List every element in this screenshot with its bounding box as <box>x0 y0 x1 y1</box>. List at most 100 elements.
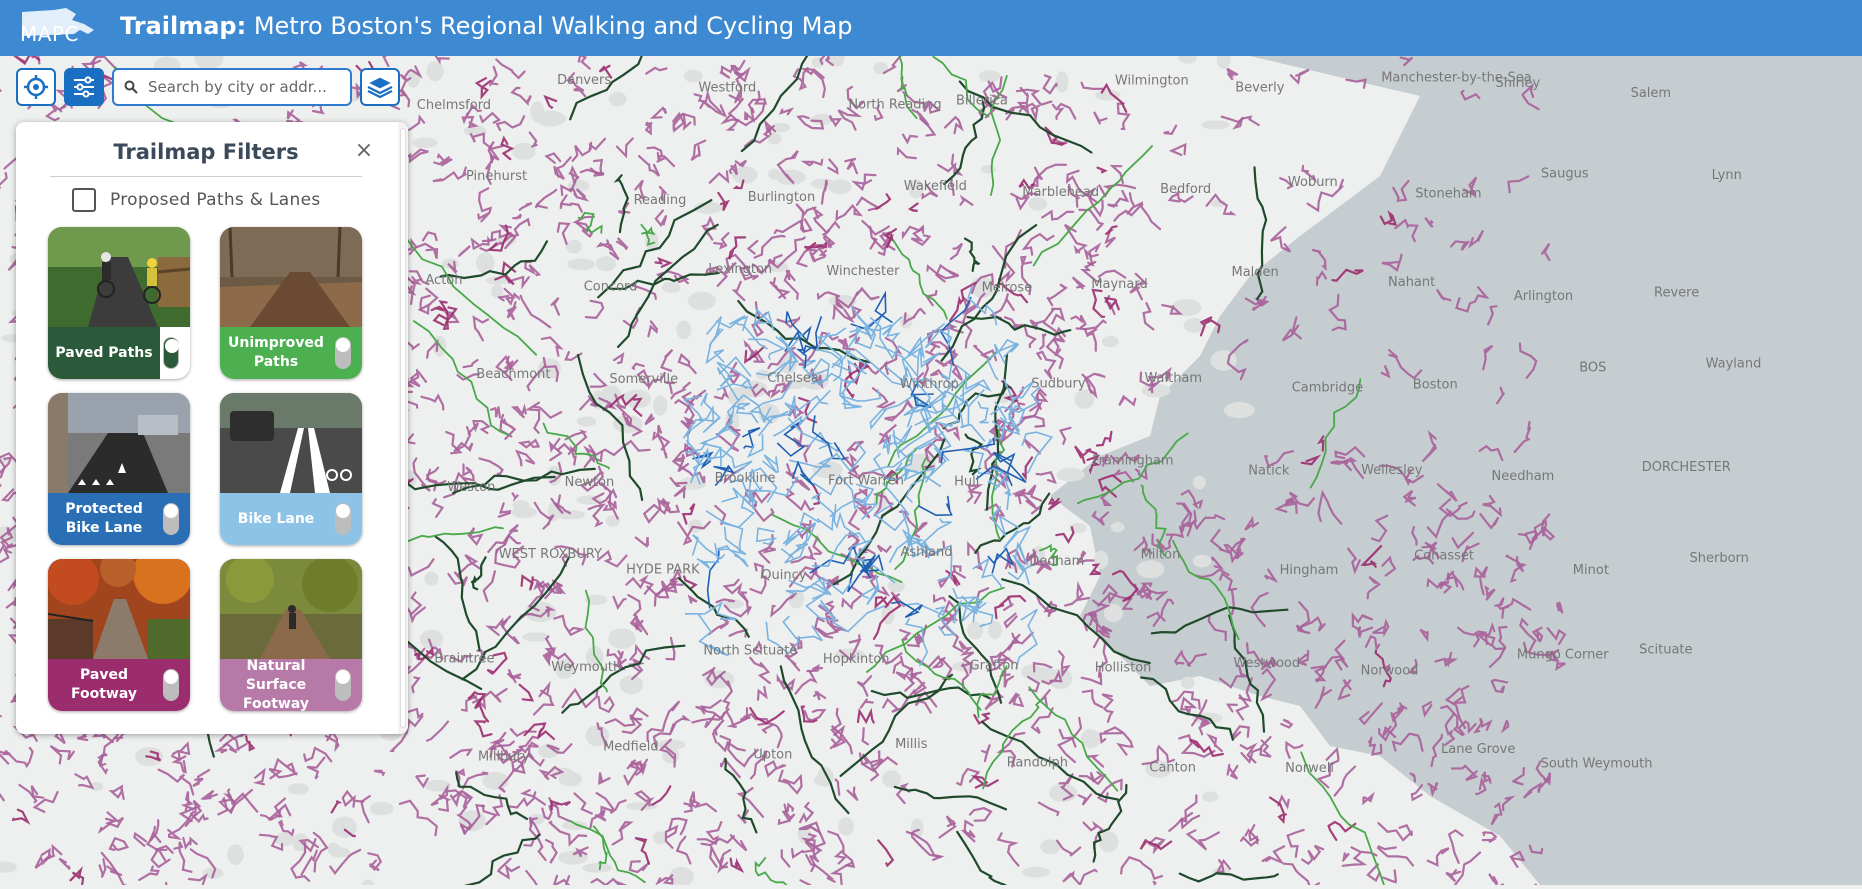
layers-button[interactable] <box>360 68 400 106</box>
map-place-label: Burlington <box>748 190 816 205</box>
map-place-label: Cohasset <box>1414 549 1474 564</box>
map-place-label: Wellesley <box>1361 463 1423 478</box>
map-place-label: Acton <box>425 273 462 288</box>
map-place-label: Norwood <box>1361 663 1419 678</box>
map-place-label: Shirley <box>1496 76 1541 91</box>
map-town-patch <box>565 240 582 254</box>
map-place-label: Hull <box>954 474 979 489</box>
filter-card-natural-surface-footway[interactable]: Natural Surface Footway <box>220 559 362 711</box>
map-town-patch <box>653 395 667 416</box>
filters-title: Trailmap Filters <box>16 140 396 164</box>
search-icon <box>124 80 138 94</box>
natural-surface-footway-photo <box>220 559 362 659</box>
map-town-patch <box>1181 677 1195 689</box>
map-place-label: Braintree <box>434 651 494 666</box>
layers-icon <box>366 74 394 100</box>
filter-card-protected-bike-lane[interactable]: Protected Bike Lane <box>48 393 190 545</box>
map-place-label: Wakefield <box>904 179 967 194</box>
filter-card-bike-lane[interactable]: Bike Lane <box>220 393 362 545</box>
map-town-patch <box>838 817 854 836</box>
paved-footway-photo <box>48 559 190 659</box>
proposed-paths-checkbox[interactable] <box>72 188 96 212</box>
bike-lane-toggle[interactable] <box>335 503 351 535</box>
map-place-label: Randolph <box>1007 756 1068 771</box>
proposed-paths-option[interactable]: Proposed Paths & Lanes <box>72 188 321 212</box>
header-bar: MAPC Trailmap: Metro Boston's Regional W… <box>0 0 1862 56</box>
filter-card-unimproved-paths[interactable]: Unimproved Paths <box>220 227 362 379</box>
search-input[interactable] <box>146 77 340 97</box>
map-town-patch <box>292 833 309 851</box>
map-place-label: Cambridge <box>1292 380 1363 395</box>
map-place-label: Maynard <box>1091 277 1147 292</box>
map-place-label: Lane Grove <box>1441 742 1515 757</box>
map-town-patch <box>1056 71 1069 92</box>
logo-text: MAPC <box>20 22 79 46</box>
map-place-label: Lexington <box>708 262 772 277</box>
map-place-label: Scituate <box>1639 643 1692 658</box>
map-town-patch <box>1193 476 1206 489</box>
map-place-label: Saugus <box>1541 167 1589 182</box>
map-town-patch <box>608 628 636 649</box>
unimproved-paths-label: Unimproved Paths <box>220 327 332 379</box>
map-place-label: BOS <box>1579 361 1606 376</box>
map-place-label: Lynn <box>1712 168 1742 183</box>
map-place-label: Somerville <box>609 372 678 387</box>
map-place-label: Winchester <box>826 264 900 279</box>
map-town-patch <box>427 61 444 81</box>
map-place-label: Sherborn <box>1690 551 1749 566</box>
map-town-patch <box>288 783 309 794</box>
map-town-patch <box>1224 402 1255 418</box>
map-place-label: Westford <box>698 81 756 96</box>
map-place-label: Medfield <box>603 739 659 754</box>
map-place-label: Waltham <box>1145 371 1203 386</box>
map-town-patch <box>776 170 806 185</box>
panel-scrollbar[interactable] <box>398 122 408 734</box>
map-place-label: Reading <box>634 193 687 208</box>
map-town-patch <box>577 416 597 426</box>
locate-button[interactable] <box>16 68 56 106</box>
map-town-patch <box>513 500 530 510</box>
paved-paths-photo <box>48 227 190 327</box>
map-town-patch <box>619 675 643 694</box>
bike-lane-photo <box>220 393 362 493</box>
mapc-logo[interactable]: MAPC <box>14 4 104 52</box>
map-place-label: Fort Warren <box>828 474 904 489</box>
unimproved-paths-toggle[interactable] <box>335 337 351 369</box>
map-town-patch <box>888 579 905 592</box>
crosshair-icon <box>23 74 49 100</box>
page-title-rest: Metro Boston's Regional Walking and Cycl… <box>246 12 852 40</box>
map-town-patch <box>811 179 837 189</box>
map-town-patch <box>329 847 350 857</box>
protected-bike-lane-toggle[interactable] <box>163 503 179 535</box>
map-place-label: DORCHESTER <box>1642 460 1731 475</box>
sliders-icon <box>72 76 96 98</box>
filter-toggle-button[interactable] <box>64 68 104 106</box>
paved-footway-toggle[interactable] <box>163 669 179 701</box>
map-place-label: Pinehurst <box>466 169 527 184</box>
natural-surface-footway-label: Natural Surface Footway <box>220 659 332 711</box>
map-place-label: Chelmsford <box>417 98 491 113</box>
filter-card-paved-footway[interactable]: Paved Footway <box>48 559 190 711</box>
scrollbar-thumb[interactable] <box>400 128 406 728</box>
map-town-patch <box>688 292 716 311</box>
map-place-label: Revere <box>1654 286 1699 301</box>
map-town-patch <box>768 169 781 180</box>
map-place-label: Norwell <box>1285 761 1334 776</box>
map-place-label: Hingham <box>1280 563 1339 578</box>
filter-card-paved-paths[interactable]: Paved Paths <box>48 227 190 379</box>
close-filters-button[interactable]: × <box>351 138 377 164</box>
map-place-label: Minot <box>1573 563 1609 578</box>
map-town-patch <box>476 253 494 274</box>
paved-paths-toggle[interactable] <box>163 337 179 369</box>
map-place-label: Milton <box>1141 547 1181 562</box>
search-box[interactable] <box>112 68 352 106</box>
map-place-label: Holliston <box>1095 661 1152 676</box>
map-place-label: Wilmington <box>1115 73 1189 88</box>
map-town-patch <box>1136 560 1164 578</box>
protected-bike-lane-photo <box>48 393 190 493</box>
map-place-label: Needham <box>1492 469 1555 484</box>
map-place-label: WEST ROXBURY <box>499 547 602 562</box>
natural-surface-footway-toggle[interactable] <box>335 669 351 701</box>
map-town-patch <box>1111 522 1125 532</box>
map-place-label: Wayland <box>1706 357 1762 372</box>
